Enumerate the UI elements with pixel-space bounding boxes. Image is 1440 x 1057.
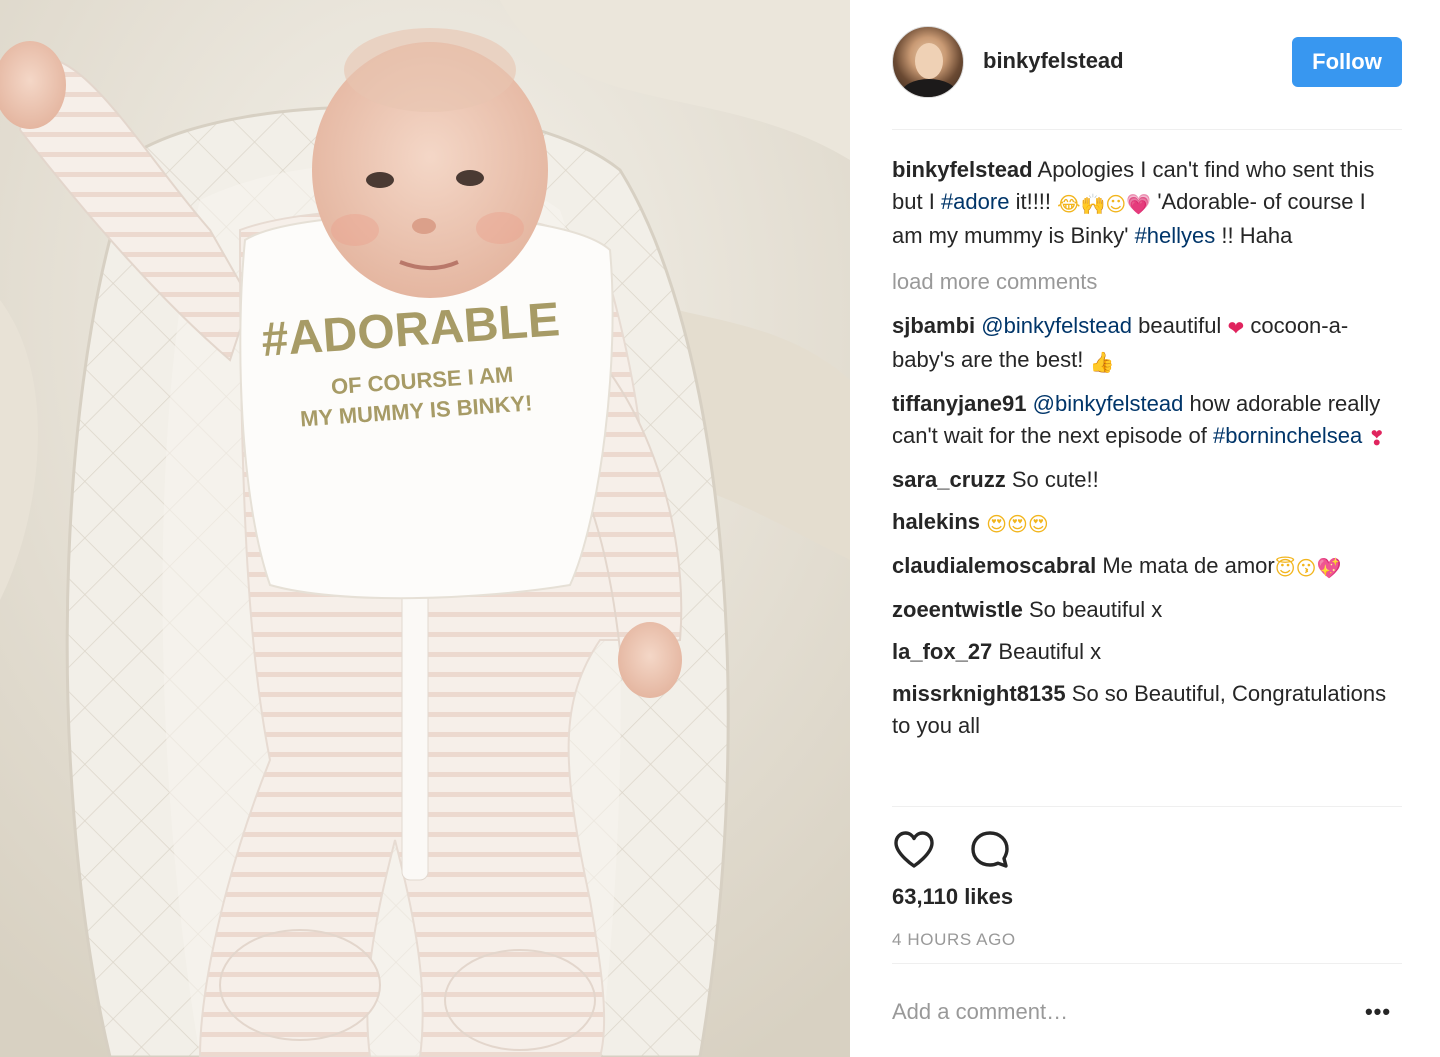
comment-item: claudialemoscabral Me mata de amor😇😗💖 <box>892 550 1402 584</box>
comment-mention[interactable]: @binkyfelstead <box>981 313 1132 338</box>
post-author-username[interactable]: binkyfelstead <box>983 48 1124 74</box>
caption: binkyfelstead Apologies I can't find who… <box>892 154 1402 252</box>
comment-text: Me mata de amor <box>1102 553 1275 578</box>
comment-item: sjbambi @binkyfelstead beautiful ❤ cocoo… <box>892 310 1402 378</box>
hashtag-borninchelsea[interactable]: #borninchelsea <box>1213 423 1362 448</box>
post-photo[interactable]: #ADORABLE OF COURSE I AM MY MUMMY IS BIN… <box>0 0 850 1057</box>
comment-username[interactable]: zoeentwistle <box>892 597 1023 622</box>
comments-list[interactable]: binkyfelstead Apologies I can't find who… <box>892 154 1402 806</box>
comment-item: halekins 😍😍😍 <box>892 506 1402 540</box>
thumbs-up-emoji: 👍 <box>1089 350 1115 374</box>
post-side-panel: binkyfelstead Follow binkyfelstead Apolo… <box>850 0 1440 1057</box>
comment-item: zoeentwistle So beautiful x <box>892 594 1402 626</box>
divider <box>892 963 1402 964</box>
comment-mention[interactable]: @binkyfelstead <box>1033 391 1184 416</box>
heart-icon[interactable] <box>892 828 936 872</box>
comment-username[interactable]: tiffanyjane91 <box>892 391 1027 416</box>
post-timestamp[interactable]: 4 HOURS AGO <box>892 930 1016 950</box>
caption-emoji: 😂🙌☺💗 <box>1057 192 1152 216</box>
comment-username[interactable]: sjbambi <box>892 313 975 338</box>
action-bar <box>892 828 1012 872</box>
divider <box>892 806 1402 807</box>
comment-username[interactable]: la_fox_27 <box>892 639 992 664</box>
comment-item: sara_cruzz So cute!! <box>892 464 1402 496</box>
likes-count[interactable]: 63,110 likes <box>892 884 1013 910</box>
comment-item: missrknight8135 So so Beautiful, Congrat… <box>892 678 1402 742</box>
comment-text: So so Beautiful, <box>1071 681 1226 706</box>
comment-item: tiffanyjane91 @binkyfelstead how adorabl… <box>892 388 1402 454</box>
comment-text: Beautiful x <box>998 639 1102 664</box>
caption-text-b: it!!!! <box>1015 189 1052 214</box>
comment-username[interactable]: halekins <box>892 509 980 534</box>
baby-photo-illustration: #ADORABLE OF COURSE I AM MY MUMMY IS BIN… <box>0 0 850 1057</box>
avatar[interactable] <box>892 26 964 98</box>
comment-username[interactable]: missrknight8135 <box>892 681 1066 706</box>
load-more-comments-link[interactable]: load more comments <box>892 266 1402 298</box>
caption-username[interactable]: binkyfelstead <box>892 157 1033 182</box>
caption-text-d: !! Haha <box>1221 223 1293 248</box>
comment-text: beautiful <box>1138 313 1222 338</box>
comment-item: la_fox_27 Beautiful x <box>892 636 1402 668</box>
more-options-icon[interactable]: ••• <box>1358 996 1398 1028</box>
instagram-post: #ADORABLE OF COURSE I AM MY MUMMY IS BIN… <box>0 0 1440 1057</box>
heart-exclamation-emoji: ❣ <box>1368 426 1386 450</box>
comment-text: So cute!! <box>1011 467 1099 492</box>
heart-eyes-emoji: 😍😍😍 <box>986 512 1049 536</box>
comment-username[interactable]: claudialemoscabral <box>892 553 1096 578</box>
angel-kiss-heart-emoji: 😇😗💖 <box>1274 556 1342 580</box>
post-header: binkyfelstead Follow <box>892 26 1402 130</box>
hashtag-hellyes[interactable]: #hellyes <box>1135 223 1216 248</box>
comment-text: So beautiful x <box>1028 597 1163 622</box>
comment-bubble-icon[interactable] <box>968 828 1012 872</box>
red-heart-emoji: ❤ <box>1227 316 1245 340</box>
hashtag-adore[interactable]: #adore <box>941 189 1010 214</box>
comment-username[interactable]: sara_cruzz <box>892 467 1006 492</box>
add-comment-input[interactable] <box>892 992 1322 1032</box>
follow-button[interactable]: Follow <box>1292 37 1402 87</box>
